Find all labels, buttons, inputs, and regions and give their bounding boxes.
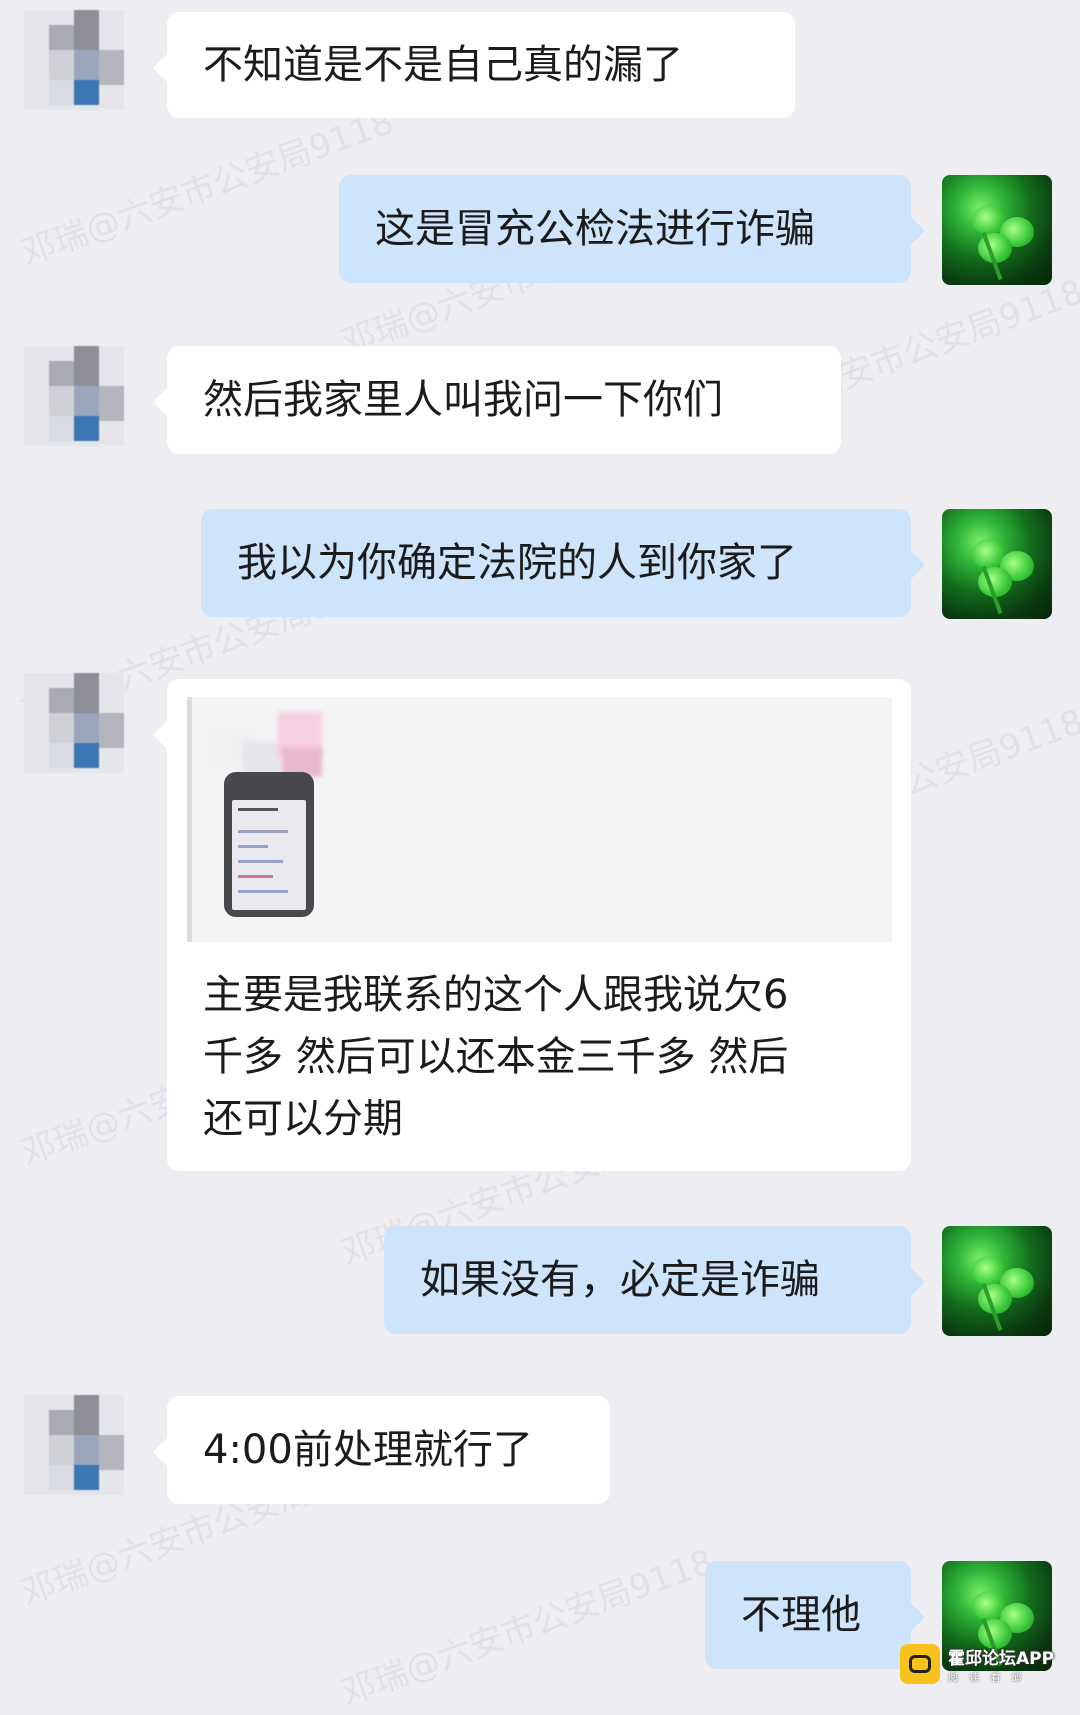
message-bubble-received[interactable]: 不知道是不是自己真的漏了 (153, 12, 795, 118)
app-badge-name: 霍邱论坛APP (948, 1649, 1055, 1669)
phone-screenshot-thumbnail (224, 772, 314, 917)
my-avatar[interactable] (942, 1226, 1052, 1336)
contact-avatar[interactable] (24, 10, 124, 110)
message-bubble-received[interactable]: 4:00前处理就行了 (153, 1396, 610, 1504)
contact-avatar[interactable] (24, 1395, 124, 1495)
message-bubble-sent[interactable]: 这是冒充公检法进行诈骗 (339, 175, 925, 283)
message-text: 主要是我联系的这个人跟我说欠6 千多 然后可以还本金三千多 然后 还可以分期 (203, 972, 789, 1142)
app-badge-subtitle: 阅 读 看 邱 (948, 1673, 1026, 1684)
app-badge: 霍邱论坛APP 阅 读 看 邱 (900, 1642, 1054, 1686)
my-avatar[interactable] (942, 509, 1052, 619)
contact-avatar[interactable] (24, 673, 124, 773)
message-bubble-received[interactable]: 然后我家里人叫我问一下你们 (153, 346, 841, 454)
message-bubble-sent[interactable]: 我以为你确定法院的人到你家了 (201, 509, 925, 617)
contact-avatar[interactable] (24, 346, 124, 446)
message-bubble-sent[interactable]: 如果没有，必定是诈骗 (384, 1226, 925, 1334)
my-avatar[interactable] (942, 175, 1052, 285)
watermark: 邓瑞@六安市公安局9118 (336, 1541, 719, 1714)
quoted-image[interactable] (187, 697, 892, 942)
message-bubble-sent[interactable]: 不理他 (705, 1561, 925, 1669)
chat-logo-icon (900, 1644, 940, 1684)
message-bubble-received-with-quote[interactable]: 主要是我联系的这个人跟我说欠6 千多 然后可以还本金三千多 然后 还可以分期 (153, 679, 911, 1171)
